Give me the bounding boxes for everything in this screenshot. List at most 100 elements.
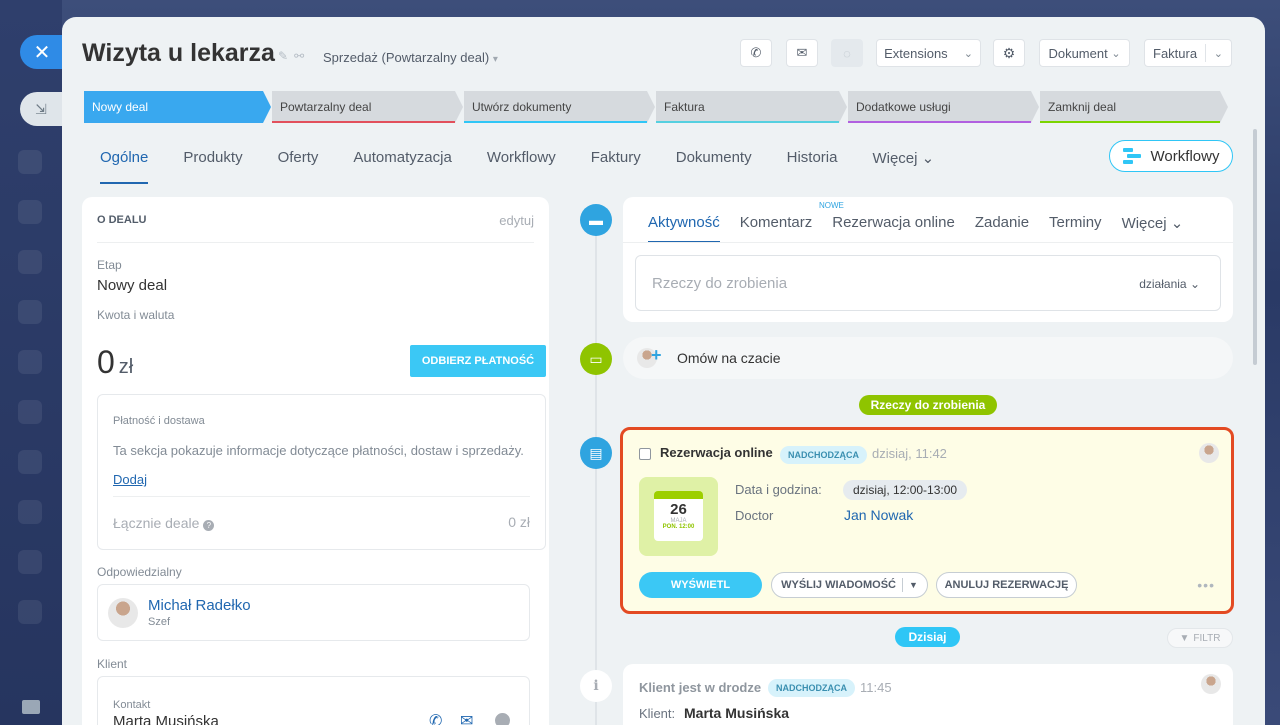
activity-tab-4[interactable]: Terminy: [1049, 214, 1102, 232]
payment-title: Płatność i dostawa: [113, 415, 205, 427]
tab-6[interactable]: Dokumenty: [676, 149, 752, 175]
workflows-button[interactable]: Workflowy: [1109, 140, 1233, 172]
section-heading: O DEALU: [97, 214, 147, 226]
tab-5[interactable]: Faktury: [591, 149, 641, 175]
gear-icon: ⚙: [1002, 44, 1016, 61]
stage-value[interactable]: Nowy deal: [97, 277, 167, 294]
client-box: Kontakt Marta Musińska ✆ ✉: [97, 676, 530, 725]
document-button[interactable]: Dokument ⌄: [1039, 39, 1130, 67]
activity-tab-2[interactable]: Rezerwacja online: [832, 214, 955, 232]
avatar: [1199, 443, 1219, 463]
client-label: Klient: [97, 657, 128, 671]
booking-icon: ▤: [580, 437, 612, 469]
chat-button[interactable]: ◌: [831, 39, 863, 67]
phone-icon[interactable]: ✆: [429, 711, 442, 725]
minimize-icon: ⇲: [35, 100, 47, 117]
view-button[interactable]: WYŚWIETL: [639, 572, 762, 598]
link-icon[interactable]: ⚯: [294, 49, 310, 63]
phone-icon: ✆: [750, 45, 762, 60]
booking-card: Rezerwacja online NADCHODZĄCA dzisiaj, 1…: [620, 427, 1234, 614]
edit-link[interactable]: edytuj: [499, 213, 534, 228]
filter-button[interactable]: ▼ FILTR: [1167, 628, 1233, 648]
discuss-in-chat[interactable]: + Omów na czacie: [623, 337, 1233, 379]
tab-8[interactable]: Więcej ⌄: [872, 149, 934, 175]
calendar-icon: 26 MAJA PON. 12:00: [639, 477, 718, 556]
tab-7[interactable]: Historia: [787, 149, 838, 175]
deal-tabs: Ogólne Produkty Oferty Automatyzacja Workflo…: [100, 149, 969, 184]
client-on-way-card: Klient jest w drodze NADCHODZĄCA 11:45 K…: [623, 664, 1233, 725]
timeline-line: [595, 217, 597, 725]
activity-editor: NOWE Aktywność Komentarz Rezerwacja online…: [623, 197, 1233, 322]
comment-icon: ▬: [580, 204, 612, 236]
doctor-value[interactable]: Jan Nowak: [844, 507, 913, 523]
extensions-button[interactable]: Extensions ⌄: [876, 39, 981, 67]
tab-1[interactable]: Produkty: [183, 149, 242, 175]
settings-button[interactable]: ⚙: [993, 39, 1025, 67]
deal-info-card: O DEALU edytuj Etap Nowy deal Kwota i wa…: [82, 197, 549, 725]
send-message-button[interactable]: WYŚLIJ WIADOMOŚĆ ▼: [771, 572, 928, 598]
stage-bar: Nowy deal Powtarzalny deal Utwórz dokument…: [84, 91, 1234, 123]
envelope-icon: ✉: [796, 45, 808, 60]
call-button[interactable]: ✆: [740, 39, 772, 67]
scrollbar[interactable]: [1253, 129, 1257, 365]
avatar: [108, 598, 138, 628]
close-slider-button[interactable]: ✕: [20, 35, 62, 69]
client-name[interactable]: Marta Musińska: [684, 705, 789, 721]
activity-tab-1[interactable]: Komentarz: [740, 214, 813, 232]
tab-4[interactable]: Workflowy: [487, 149, 556, 175]
pipeline-selector[interactable]: Sprzedaż (Powtarzalny deal) ▾: [323, 50, 498, 65]
responsible-name[interactable]: Michał Radełko: [148, 597, 251, 614]
actions-dropdown[interactable]: działania ⌄: [1139, 277, 1200, 291]
stage-3[interactable]: Faktura: [656, 91, 847, 123]
payment-delivery-box: Płatność i dostawa Ta sekcja pokazuje in…: [97, 394, 546, 550]
minimize-slider-button[interactable]: ⇲: [20, 92, 62, 126]
tab-0[interactable]: Ogólne: [100, 149, 149, 184]
avatar: [1201, 674, 1221, 694]
add-link[interactable]: Dodaj: [113, 472, 147, 487]
tab-3[interactable]: Automatyzacja: [353, 149, 451, 175]
receive-payment-button[interactable]: ODBIERZ PŁATNOŚĆ: [410, 345, 546, 377]
complete-checkbox[interactable]: [639, 448, 651, 460]
email-button[interactable]: ✉: [786, 39, 818, 67]
stage-5[interactable]: Zamknij deal: [1040, 91, 1228, 123]
status-badge: NADCHODZĄCA: [768, 679, 855, 697]
stage-1[interactable]: Powtarzalny deal: [272, 91, 463, 123]
cancel-booking-button[interactable]: ANULUJ REZERWACJĘ: [936, 572, 1077, 598]
payment-description: Ta sekcja pokazuje informacje dotyczące …: [113, 443, 524, 458]
plus-icon: +: [651, 345, 662, 365]
responsible-box: Michał Radełko Szef: [97, 584, 530, 641]
chevron-down-icon: ⌄: [1111, 47, 1121, 60]
activity-tab-5[interactable]: Więcej ⌄: [1122, 214, 1184, 232]
chat-icon[interactable]: [495, 713, 510, 725]
envelope-icon[interactable]: ✉: [460, 711, 473, 725]
booking-title: Rezerwacja online: [660, 445, 773, 460]
responsible-label: Odpowiedzialny: [97, 565, 182, 579]
client-label: Klient:: [639, 706, 676, 721]
todo-pill: Rzeczy do zrobienia: [859, 395, 997, 415]
responsible-role: Szef: [148, 616, 171, 628]
page-title: Wizyta u lekarza: [82, 39, 275, 67]
contact-label: Kontakt: [113, 699, 151, 711]
todo-input[interactable]: Rzeczy do zrobienia działania ⌄: [635, 255, 1221, 311]
today-pill: Dzisiaj: [895, 627, 960, 647]
pencil-icon[interactable]: ✎: [278, 49, 294, 63]
more-icon[interactable]: •••: [1197, 577, 1215, 593]
help-icon[interactable]: ?: [203, 520, 215, 531]
activity-tab-0[interactable]: Aktywność: [648, 214, 720, 243]
status-badge: NADCHODZĄCA: [780, 446, 867, 464]
chat-bubble-icon: ▭: [580, 343, 612, 375]
chevron-down-icon: ⌄: [1213, 47, 1223, 60]
tab-2[interactable]: Oferty: [278, 149, 319, 175]
contact-name[interactable]: Marta Musińska: [113, 713, 219, 725]
invoice-button[interactable]: Faktura ⌄: [1144, 39, 1232, 67]
event-title: Klient jest w drodze: [639, 680, 762, 695]
stage-4[interactable]: Dodatkowe usługi: [848, 91, 1039, 123]
activity-tab-3[interactable]: Zadanie: [975, 214, 1029, 232]
stage-0[interactable]: Nowy deal: [84, 91, 271, 123]
amount-value[interactable]: 0 zł: [97, 344, 133, 381]
caret-down-icon[interactable]: ▼: [909, 580, 918, 590]
printer-icon[interactable]: [22, 700, 40, 714]
workflow-icon: [1122, 148, 1141, 164]
stage-2[interactable]: Utwórz dokumenty: [464, 91, 655, 123]
amount-label: Kwota i waluta: [97, 308, 175, 322]
